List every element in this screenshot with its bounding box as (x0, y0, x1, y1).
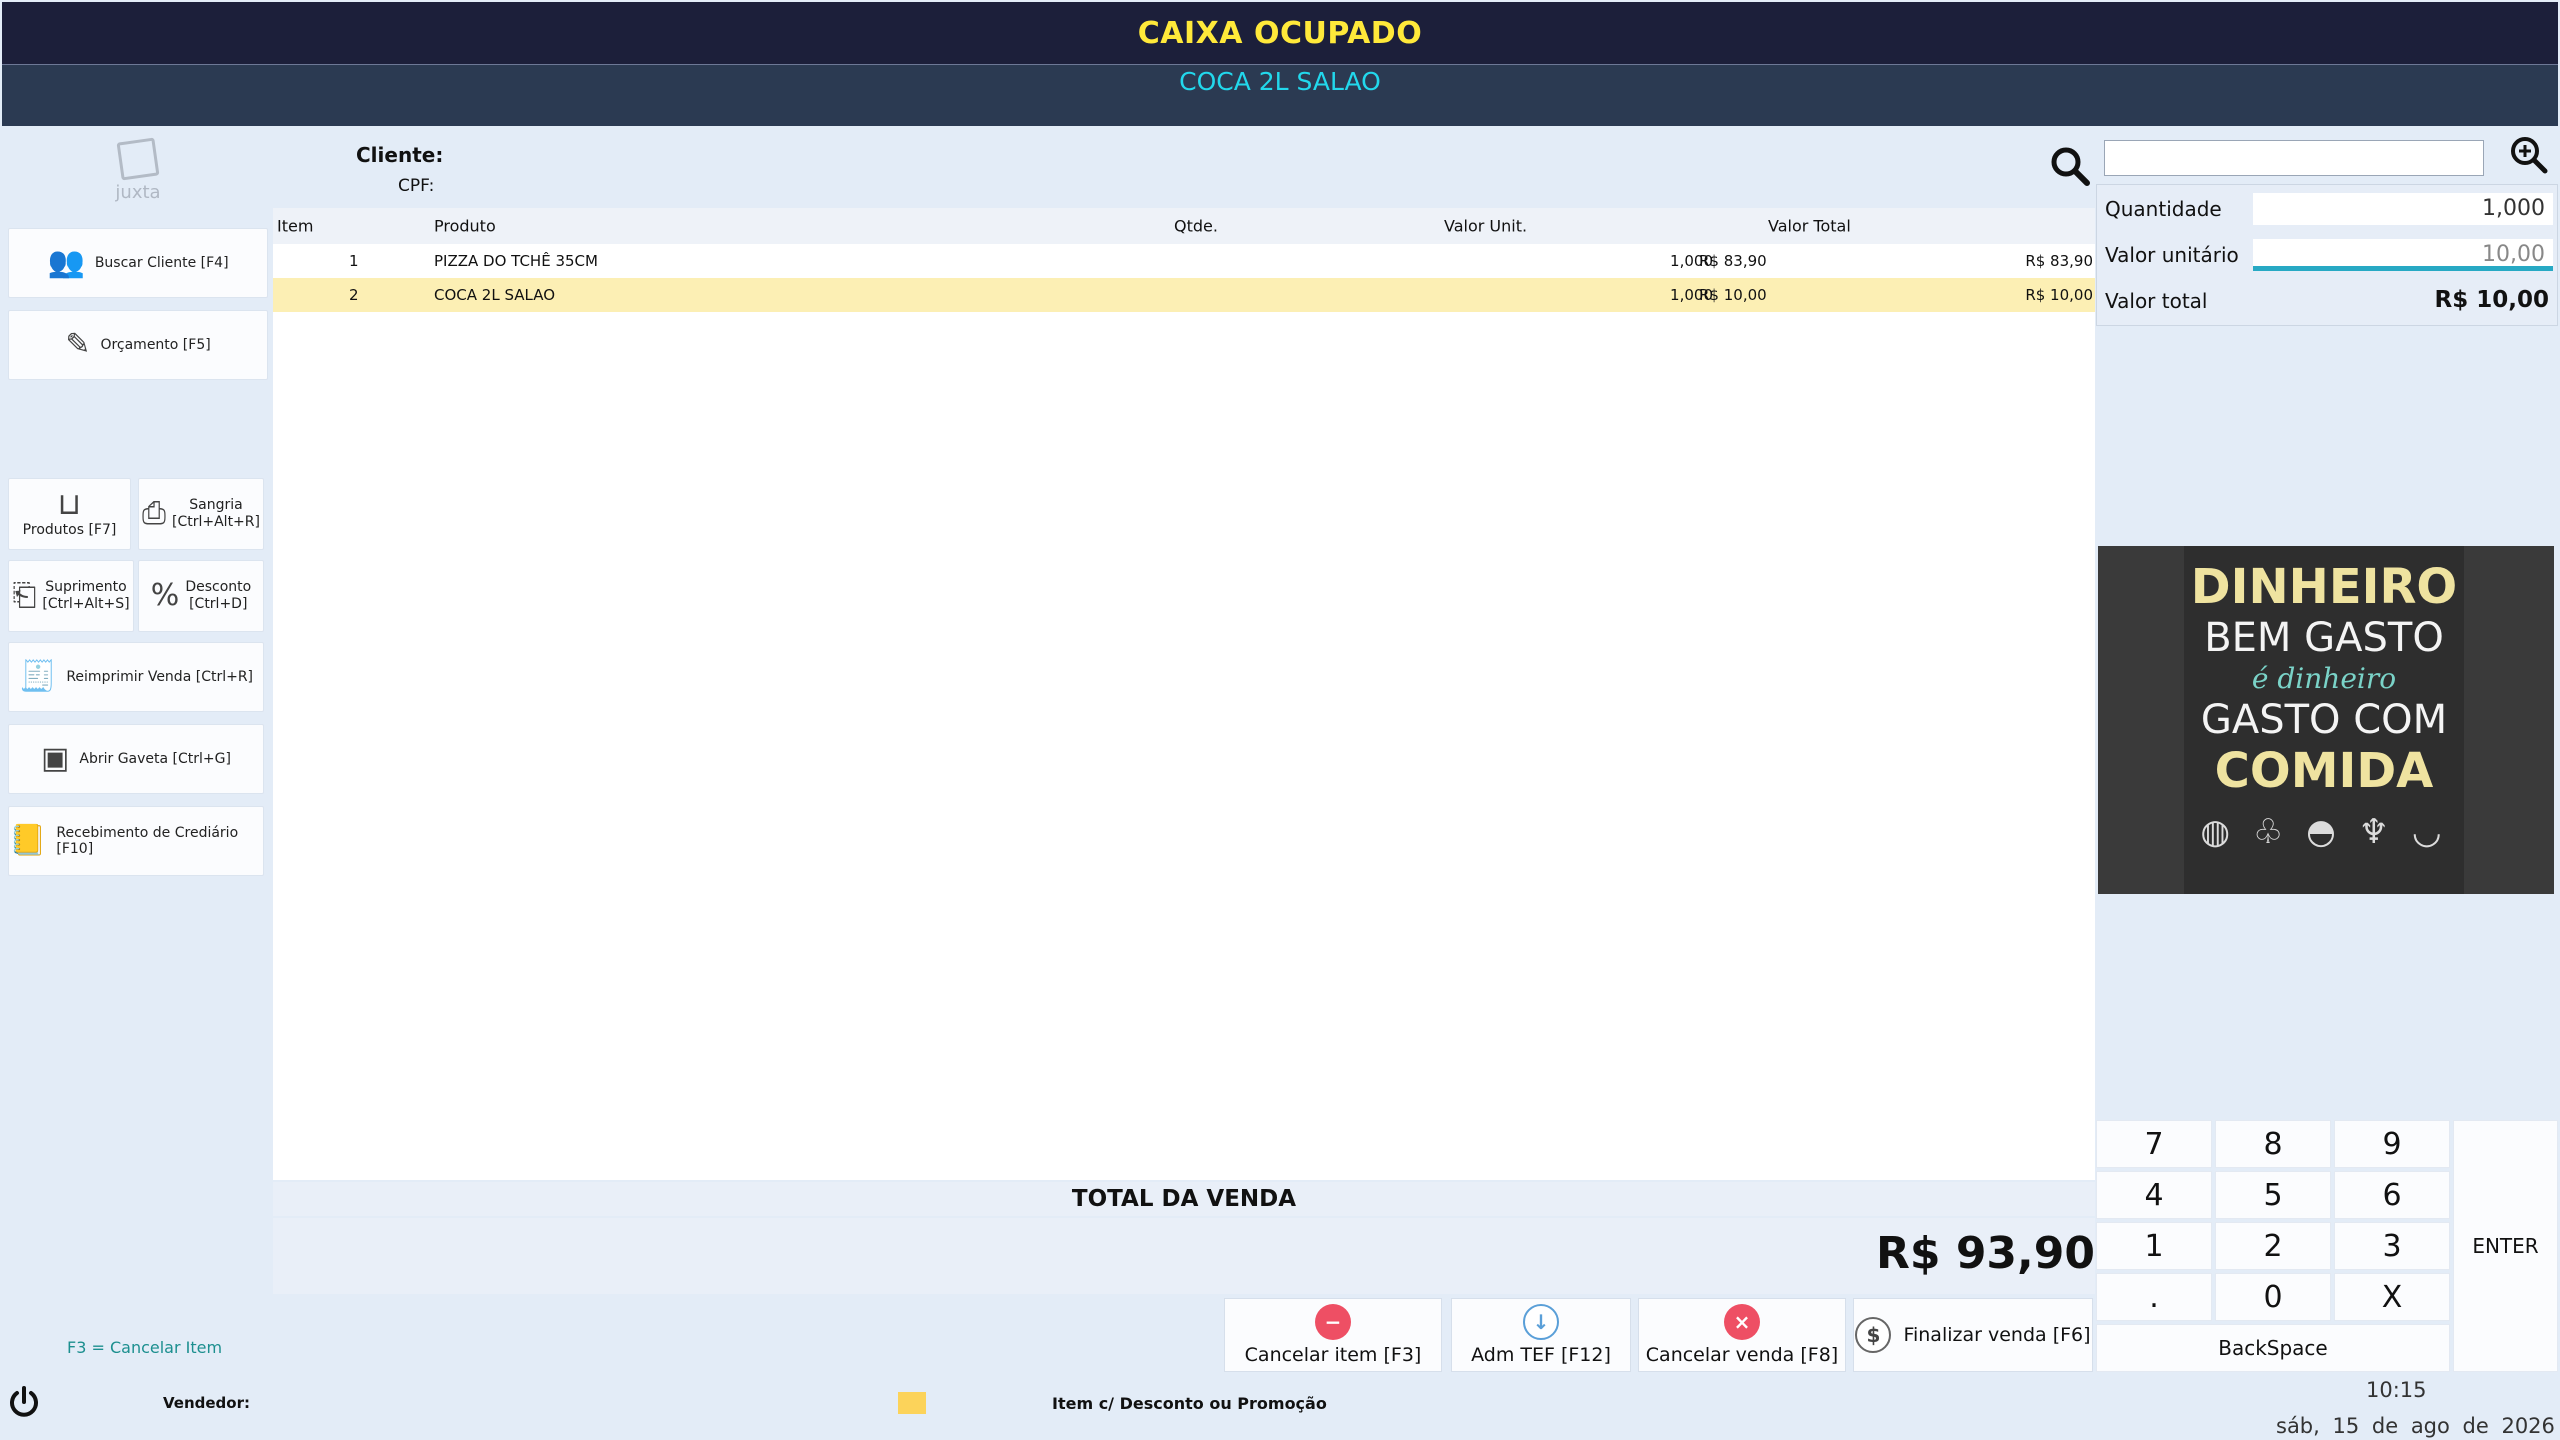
key-7[interactable]: 7 (2096, 1120, 2212, 1168)
money-in-icon: ⎗ (12, 578, 37, 613)
users-icon: 👥 (47, 245, 85, 280)
cancelar-item-button[interactable]: − Cancelar item [F3] (1224, 1298, 1442, 1372)
item-details-panel: Quantidade 1,000 Valor unitário 10,00 Va… (2096, 184, 2558, 326)
key-8[interactable]: 8 (2215, 1120, 2331, 1168)
key-3[interactable]: 3 (2334, 1222, 2450, 1270)
key-6[interactable]: 6 (2334, 1171, 2450, 1219)
key-decimal[interactable]: . (2096, 1273, 2212, 1321)
abrir-gaveta-button[interactable]: ▣ Abrir Gaveta [Ctrl+G] (8, 724, 264, 794)
date: sáb, 15 de ago de 2026 (2276, 1414, 2555, 1438)
valor-total-value: R$ 10,00 (2434, 287, 2549, 313)
key-0[interactable]: 0 (2215, 1273, 2331, 1321)
company-logo: juxta (108, 137, 168, 208)
key-x[interactable]: X (2334, 1273, 2450, 1321)
table-row[interactable]: 1 PIZZA DO TCHÊ 35CM 1,000 R$ 83,90 R$ 8… (273, 244, 2095, 278)
current-product: COCA 2L SALAO (1179, 67, 1381, 96)
current-product-bar: COCA 2L SALAO (2, 65, 2558, 126)
x-circle-icon: × (1724, 1304, 1760, 1340)
percent-icon: % (150, 578, 180, 613)
promo-image: DINHEIRO BEM GASTO é dinheiro GASTO COM … (2098, 546, 2554, 894)
shortcut-hint: F3 = Cancelar Item (67, 1338, 223, 1357)
zoom-search-icon[interactable] (2510, 136, 2548, 183)
key-1[interactable]: 1 (2096, 1222, 2212, 1270)
caixa-status: CAIXA OCUPADO (1137, 15, 1423, 51)
total-value: R$ 93,90 (1876, 1228, 2095, 1279)
key-backspace[interactable]: BackSpace (2096, 1324, 2450, 1372)
money-out-icon: ⎙ (142, 496, 166, 531)
valor-unitario-row: Valor unitário 10,00 (2097, 233, 2557, 277)
edit-icon: ✎ (65, 327, 91, 362)
minus-circle-icon: − (1315, 1304, 1351, 1340)
adm-tef-button[interactable]: ↓ Adm TEF [F12] (1451, 1298, 1631, 1372)
search-icon[interactable] (2050, 146, 2090, 196)
basket-icon: ⊔ (57, 487, 82, 522)
power-icon[interactable] (6, 1384, 42, 1429)
vendedor-label: Vendedor: (163, 1394, 250, 1412)
total-box: R$ 93,90 (273, 1218, 2095, 1294)
key-2[interactable]: 2 (2215, 1222, 2331, 1270)
key-enter[interactable]: ENTER (2453, 1120, 2558, 1372)
receipt-icon: 🧾 (18, 659, 57, 694)
finalizar-venda-button[interactable]: $ Finalizar venda [F6] (1853, 1298, 2093, 1372)
cancelar-venda-button[interactable]: × Cancelar venda [F8] (1638, 1298, 1846, 1372)
quantidade-field[interactable]: 1,000 (2253, 193, 2553, 225)
reimprimir-venda-button[interactable]: 🧾 Reimprimir Venda [Ctrl+R] (8, 642, 264, 712)
items-table: Item Produto Qtde. Valor Unit. Valor Tot… (273, 208, 2095, 1180)
table-row-selected[interactable]: 2 COCA 2L SALAO 1,000 R$ 10,00 R$ 10,00 (273, 278, 2095, 312)
table-header: Item Produto Qtde. Valor Unit. Valor Tot… (273, 208, 2095, 244)
clock: 10:15 (2366, 1378, 2427, 1402)
legend-text: Item c/ Desconto ou Promoção (1052, 1394, 1327, 1413)
key-4[interactable]: 4 (2096, 1171, 2212, 1219)
sangria-button[interactable]: ⎙ Sangria [Ctrl+Alt+R] (138, 478, 264, 550)
food-icons: ◍ ♧ ◓ ♆ ◡ (2200, 812, 2448, 852)
key-5[interactable]: 5 (2215, 1171, 2331, 1219)
product-search-input[interactable] (2104, 140, 2484, 176)
produtos-button[interactable]: ⊔ Produtos [F7] (8, 478, 131, 550)
cpf-label: CPF: (398, 176, 435, 196)
numeric-keypad: 7 8 9 4 5 6 1 2 3 . 0 X ENTER BackSpace (2096, 1120, 2558, 1376)
suprimento-button[interactable]: ⎗ Suprimento [Ctrl+Alt+S] (8, 560, 134, 632)
recebimento-crediario-button[interactable]: 📒 Recebimento de Crediário [F10] (8, 806, 264, 876)
status-header: CAIXA OCUPADO (2, 2, 2558, 65)
money-icon: $ (1855, 1317, 1892, 1353)
valor-unitario-field[interactable]: 10,00 (2253, 239, 2553, 271)
cliente-label: Cliente: (356, 143, 444, 167)
ledger-icon: 📒 (9, 823, 47, 858)
orcamento-button[interactable]: ✎ Orçamento [F5] (8, 310, 268, 380)
desconto-button[interactable]: % Desconto [Ctrl+D] (138, 560, 264, 632)
download-circle-icon: ↓ (1523, 1304, 1559, 1340)
total-label: TOTAL DA VENDA (273, 1182, 2095, 1216)
key-9[interactable]: 9 (2334, 1120, 2450, 1168)
valor-total-row: Valor total R$ 10,00 (2105, 287, 2549, 313)
buscar-cliente-button[interactable]: 👥 Buscar Cliente [F4] (8, 228, 268, 298)
drawer-icon: ▣ (41, 741, 70, 776)
legend-swatch (898, 1392, 926, 1414)
quantidade-row: Quantidade 1,000 (2097, 187, 2557, 231)
